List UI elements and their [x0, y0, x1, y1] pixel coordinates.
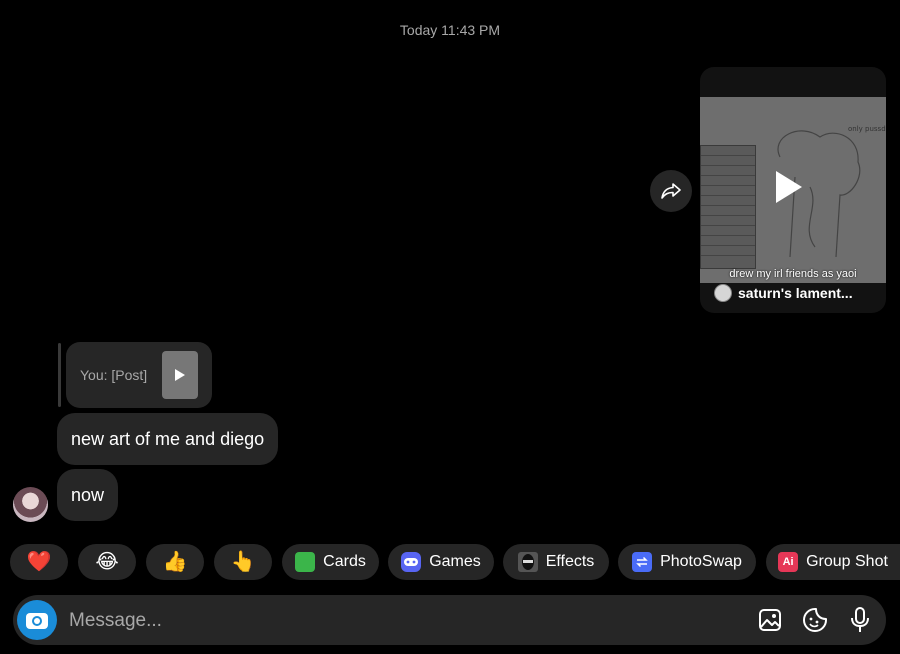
author-avatar	[714, 284, 732, 302]
reply-preview[interactable]: You: [Post]	[66, 342, 212, 408]
voice-message-button[interactable]	[847, 607, 873, 633]
forward-button[interactable]	[650, 170, 692, 212]
shared-reel-card[interactable]: only pussd drew my irl friends as yaoi s…	[700, 67, 886, 313]
heart-icon: ❤️	[26, 551, 52, 573]
cards-chip[interactable]: Cards	[282, 544, 379, 580]
reply-preview-text: You: [Post]	[80, 367, 148, 383]
message-text: now	[71, 484, 105, 505]
reaction-heart-chip[interactable]: ❤️	[10, 544, 68, 580]
photoswap-icon	[632, 552, 653, 572]
svg-text:only pussd: only pussd	[848, 125, 886, 133]
cards-icon	[295, 552, 316, 572]
sketch-drawing: only pussd	[777, 125, 886, 258]
reply-indicator-bar	[58, 343, 61, 407]
message-bubble[interactable]: now	[57, 469, 119, 521]
camera-icon	[26, 613, 48, 629]
message-timestamp: Today 11:43 PM	[399, 22, 501, 38]
sticker-icon	[803, 608, 827, 632]
reaction-point-up-chip[interactable]: 👆	[214, 544, 272, 580]
reel-author[interactable]: saturn's lament...	[714, 283, 853, 303]
message-text: new art of me and diego	[71, 428, 265, 449]
sticker-button[interactable]	[802, 607, 828, 633]
chip-label: Cards	[323, 553, 366, 570]
camera-button[interactable]	[17, 600, 57, 640]
microphone-icon	[851, 607, 869, 632]
games-icon	[401, 552, 422, 572]
message-bubble[interactable]: new art of me and diego	[57, 413, 279, 465]
sender-avatar[interactable]	[13, 487, 48, 522]
effects-chip[interactable]: Effects	[503, 544, 609, 580]
reel-thumbnail[interactable]: only pussd drew my irl friends as yaoi	[700, 97, 886, 283]
games-chip[interactable]: Games	[388, 544, 494, 580]
image-icon	[759, 609, 781, 631]
gallery-button[interactable]	[757, 607, 783, 633]
thumbs-up-icon: 👍	[162, 551, 188, 573]
play-icon	[776, 171, 802, 203]
reply-thumbnail	[162, 351, 198, 399]
chip-label: Effects	[545, 553, 595, 570]
chip-label: Group Shot	[806, 553, 888, 570]
play-icon	[175, 369, 185, 381]
message-input[interactable]	[67, 605, 631, 637]
laughing-emoji-icon: 😂	[95, 551, 119, 573]
chip-label: PhotoSwap	[660, 553, 742, 570]
reel-caption: drew my irl friends as yaoi	[729, 268, 857, 280]
group-shot-chip[interactable]: Ai Group Shot	[766, 544, 900, 580]
chip-label: Games	[429, 553, 481, 570]
reaction-thumbs-up-chip[interactable]: 👍	[146, 544, 204, 580]
share-arrow-icon	[661, 183, 681, 199]
effects-icon	[517, 552, 538, 572]
ai-icon: Ai	[778, 552, 799, 572]
author-name: saturn's lament...	[738, 285, 853, 301]
reaction-laugh-chip[interactable]: 😂	[78, 544, 136, 580]
photoswap-chip[interactable]: PhotoSwap	[618, 544, 756, 580]
message-composer	[13, 595, 886, 645]
pointing-up-icon: 👆	[230, 551, 256, 573]
